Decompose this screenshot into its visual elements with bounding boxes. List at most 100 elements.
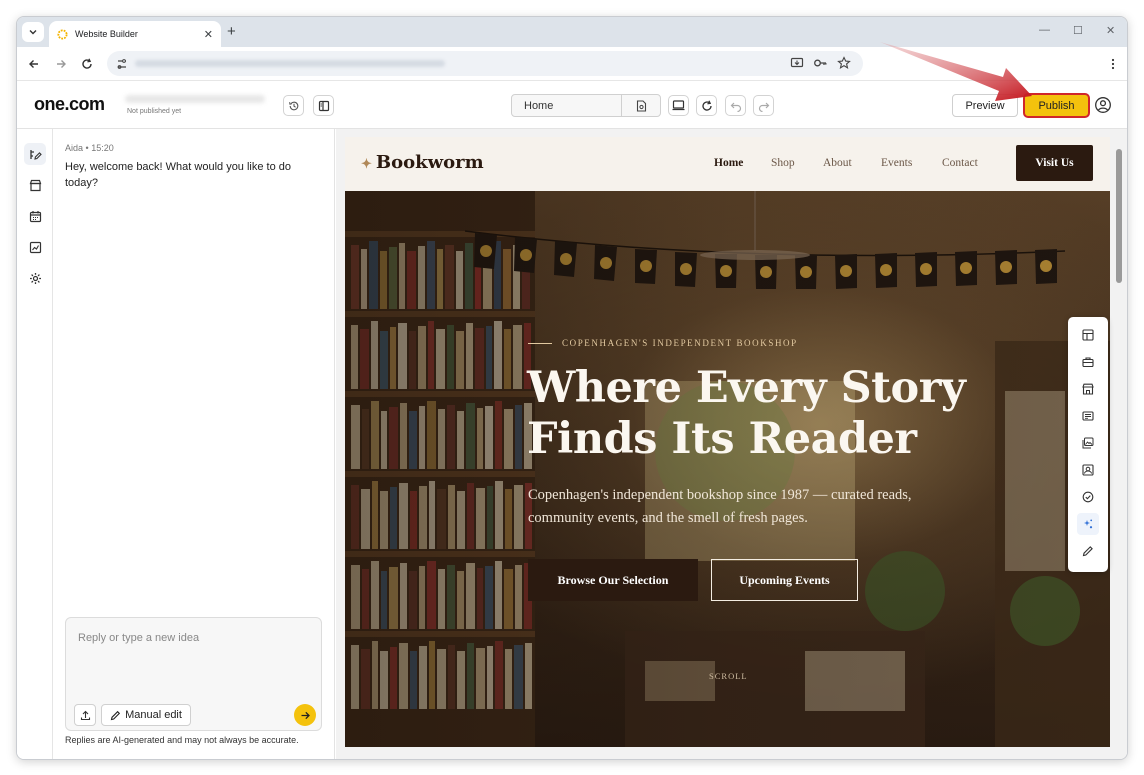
site-nav-shop[interactable]: Shop (771, 157, 795, 169)
url-text (135, 60, 445, 67)
more-vertical-icon (1111, 58, 1115, 70)
redo-icon (758, 102, 769, 112)
tab-title: Website Builder (75, 29, 138, 39)
sidebar-toggle-icon (318, 100, 329, 111)
rail-calendar-button[interactable] (24, 205, 46, 227)
toggle-panel-button[interactable] (313, 95, 334, 116)
add-gallery-button[interactable] (1077, 432, 1099, 454)
install-app-icon[interactable] (790, 56, 804, 70)
chat-input[interactable]: Reply or type a new idea (78, 632, 199, 644)
checkmark-icon (1082, 491, 1094, 503)
page-selector[interactable]: Home (511, 94, 661, 117)
message-time: 15:20 (91, 143, 114, 153)
redo-button[interactable] (753, 95, 774, 116)
device-preview-button[interactable] (668, 95, 689, 116)
send-arrow-icon (301, 711, 310, 719)
minimize-icon[interactable]: — (1039, 24, 1050, 36)
manual-edit-label: Manual edit (125, 709, 182, 721)
site-navbar[interactable]: ✦ Bookworm Home Shop About Events Contact… (345, 137, 1110, 191)
site-logo[interactable]: ✦ Bookworm (361, 152, 484, 173)
scroll-indicator[interactable]: SCROLL (709, 671, 748, 681)
section-tools-panel (1068, 317, 1108, 572)
tab-search-button[interactable] (22, 22, 44, 42)
close-window-icon[interactable]: ✕ (1106, 24, 1115, 37)
manual-edit-button[interactable]: Manual edit (101, 704, 191, 726)
site-preview[interactable]: ✦ Bookworm Home Shop About Events Contact… (345, 137, 1110, 747)
history-icon (288, 101, 298, 110)
upcoming-events-button[interactable]: Upcoming Events (711, 559, 858, 601)
browser-menu-button[interactable] (1105, 56, 1121, 72)
hero-eyebrow-text: COPENHAGEN'S INDEPENDENT BOOKSHOP (562, 338, 798, 348)
send-button[interactable] (294, 704, 316, 726)
account-icon[interactable] (1094, 96, 1112, 114)
address-bar[interactable] (107, 51, 863, 76)
message-meta: Aida • 15:20 (65, 143, 114, 153)
site-nav-home[interactable]: Home (714, 157, 743, 169)
desktop-icon (672, 100, 685, 111)
brand-logo[interactable]: one.com (34, 94, 105, 115)
chat-composer: Reply or type a new idea Manual edit (65, 617, 322, 731)
undo-button[interactable] (725, 95, 746, 116)
builder-header: one.com Not published yet Home Preview P… (17, 81, 1127, 129)
scrollbar-thumb[interactable] (1116, 149, 1122, 283)
rail-analytics-button[interactable] (24, 236, 46, 258)
site-nav-events[interactable]: Events (881, 157, 912, 169)
calendar-icon (29, 210, 41, 222)
preview-button[interactable]: Preview (952, 94, 1018, 117)
rail-settings-button[interactable] (24, 267, 46, 289)
site-logo-text: Bookworm (375, 152, 484, 173)
canvas-scrollbar[interactable] (1115, 137, 1123, 757)
bookmark-star-icon[interactable] (837, 56, 851, 70)
site-favicon-icon (57, 28, 68, 40)
visit-us-button[interactable]: Visit Us (1016, 145, 1093, 181)
upload-button[interactable] (74, 704, 96, 726)
tab-website-builder[interactable]: Website Builder ✕ (49, 21, 221, 47)
left-rail (17, 129, 53, 759)
briefcase-icon (1082, 357, 1094, 368)
new-tab-button[interactable]: + (227, 23, 236, 40)
site-info-icon[interactable] (115, 57, 129, 71)
add-image-button[interactable] (1077, 459, 1099, 481)
site-nav-about[interactable]: About (823, 157, 852, 169)
page-selector-value: Home (524, 99, 554, 112)
editor-canvas: ✦ Bookworm Home Shop About Events Contact… (336, 129, 1127, 759)
hero-section[interactable]: COPENHAGEN'S INDEPENDENT BOOKSHOP Where … (345, 191, 1110, 747)
eyebrow-rule (528, 342, 552, 344)
reload-icon (82, 58, 92, 69)
rail-shop-button[interactable] (24, 174, 46, 196)
forward-button[interactable] (53, 56, 69, 72)
maximize-icon[interactable]: ☐ (1073, 24, 1083, 37)
add-services-button[interactable] (1077, 351, 1099, 373)
tab-strip: Website Builder ✕ + — ☐ ✕ (17, 17, 1127, 47)
image-icon (1082, 464, 1094, 476)
forward-arrow-icon (57, 60, 66, 68)
ai-assist-button[interactable] (1077, 513, 1099, 535)
page-icon (636, 99, 646, 112)
pencil-icon (1082, 546, 1093, 557)
add-text-button[interactable] (1077, 405, 1099, 427)
edit-section-button[interactable] (1077, 540, 1099, 562)
browser-toolbar (17, 47, 1127, 81)
add-shop-button[interactable] (1077, 378, 1099, 400)
add-checklist-button[interactable] (1077, 486, 1099, 508)
store-icon (29, 179, 41, 191)
settings-icon (29, 272, 41, 284)
close-tab-icon[interactable]: ✕ (204, 28, 213, 41)
site-nav-contact[interactable]: Contact (942, 157, 978, 169)
pencil-icon (110, 710, 121, 720)
undo-icon (730, 102, 741, 112)
password-key-icon[interactable] (813, 56, 827, 70)
rail-edit-button[interactable] (24, 143, 46, 165)
add-layout-button[interactable] (1077, 324, 1099, 346)
page-settings-button[interactable] (622, 99, 660, 112)
back-button[interactable] (26, 56, 42, 72)
reload-button[interactable] (79, 56, 95, 72)
history-button[interactable] (283, 95, 304, 116)
publish-button[interactable]: Publish (1023, 93, 1090, 118)
browser-window: Website Builder ✕ + — ☐ ✕ one.com Not pu… (16, 16, 1128, 760)
hero-headline: Where Every Story Finds Its Reader (527, 363, 966, 464)
assistant-message: Hey, welcome back! What would you like t… (65, 161, 292, 189)
image-gallery-icon (1082, 437, 1094, 449)
browse-selection-button[interactable]: Browse Our Selection (528, 559, 698, 601)
refresh-preview-button[interactable] (696, 95, 717, 116)
